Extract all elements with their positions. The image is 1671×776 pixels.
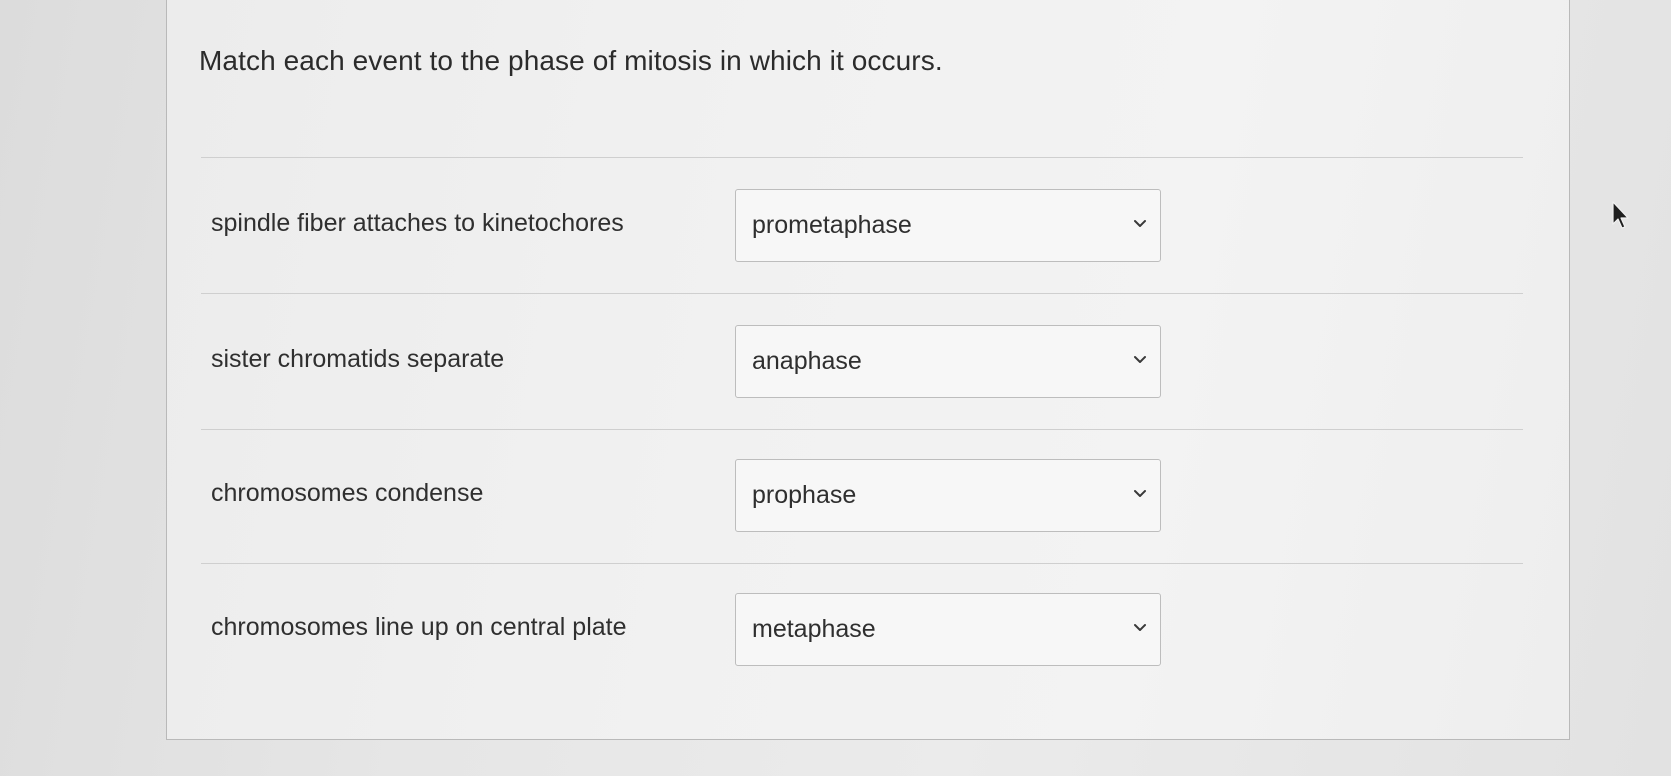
phase-select[interactable]: anaphase xyxy=(735,325,1161,398)
chevron-down-icon xyxy=(1134,490,1146,497)
event-label: sister chromatids separate xyxy=(211,345,505,373)
event-label: spindle fiber attaches to kinetochores xyxy=(211,209,624,237)
match-row: sister chromatids separate anaphase xyxy=(167,325,1571,405)
phase-select-value: anaphase xyxy=(752,347,862,375)
phase-select-value: metaphase xyxy=(752,615,876,643)
divider xyxy=(201,293,1523,294)
chevron-down-icon xyxy=(1134,220,1146,227)
mouse-cursor-icon xyxy=(1612,201,1629,229)
match-row: chromosomes condense prophase xyxy=(167,459,1571,539)
chevron-down-icon xyxy=(1134,624,1146,631)
phase-select-value: prometaphase xyxy=(752,211,912,239)
question-prompt: Match each event to the phase of mitosis… xyxy=(199,45,943,76)
question-card: Match each event to the phase of mitosis… xyxy=(166,0,1570,740)
divider xyxy=(201,429,1523,430)
event-label: chromosomes condense xyxy=(211,479,484,507)
chevron-down-icon xyxy=(1134,356,1146,363)
divider xyxy=(201,563,1523,564)
event-label: chromosomes line up on central plate xyxy=(211,613,627,641)
phase-select[interactable]: prophase xyxy=(735,459,1161,532)
phase-select-value: prophase xyxy=(752,481,857,509)
phase-select[interactable]: metaphase xyxy=(735,593,1161,666)
phase-select[interactable]: prometaphase xyxy=(735,189,1161,262)
match-row: chromosomes line up on central plate met… xyxy=(167,593,1571,673)
match-row: spindle fiber attaches to kinetochores p… xyxy=(167,189,1571,269)
divider xyxy=(201,157,1523,158)
